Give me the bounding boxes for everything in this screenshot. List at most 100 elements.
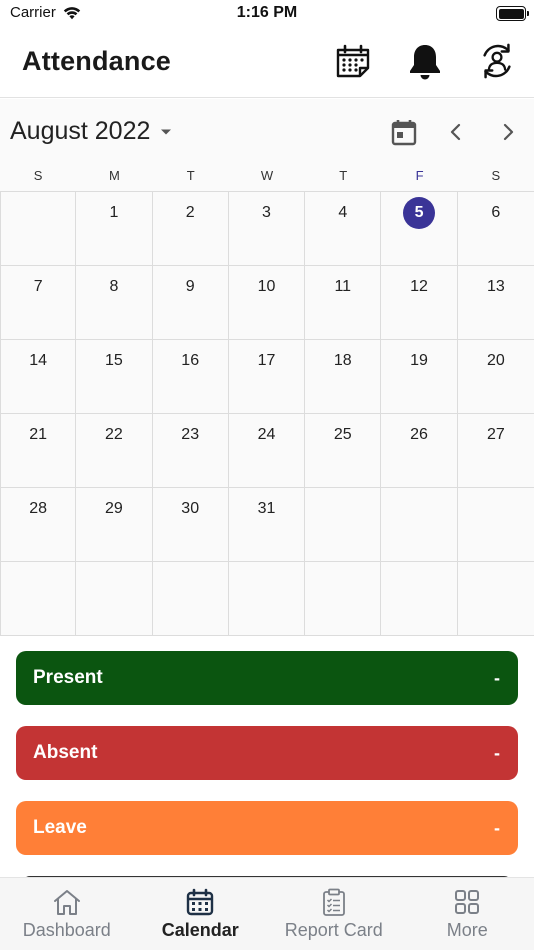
calendar-day-cell[interactable]: 9 (152, 266, 229, 340)
calendar-day-cell[interactable]: 22 (76, 414, 153, 488)
bottom-tab-bar: Dashboard Calendar Report Card More (0, 877, 534, 950)
calendar-day-number: 8 (109, 278, 119, 295)
calendar-day-cell[interactable]: 1 (76, 192, 153, 266)
event-icon (391, 120, 417, 146)
calendar-day-cell[interactable]: 7 (0, 266, 77, 340)
calendar-day-number: 20 (486, 352, 505, 369)
calendar-day-number: 16 (181, 352, 200, 369)
calendar-day-number: 17 (257, 352, 276, 369)
month-label: August 2022 (10, 117, 151, 145)
calendar-day-cell[interactable]: 18 (305, 340, 382, 414)
tab-report-card[interactable]: Report Card (267, 878, 401, 950)
calendar-day-number: 14 (29, 352, 48, 369)
calendar-day-number: 19 (410, 352, 428, 369)
calendar-day-number: 18 (333, 352, 352, 369)
calendar-day-cell[interactable]: 2 (152, 192, 229, 266)
calendar-day-cell[interactable]: 12 (381, 266, 458, 340)
calendar-day-number: 4 (338, 204, 348, 221)
legend-absent[interactable]: Absent - (16, 726, 518, 780)
calendar-day-cell[interactable]: 24 (228, 414, 306, 488)
switch-profile-button[interactable] (477, 41, 517, 81)
calendar-grid: 1 2 3 4 5 6 7 8 9 10 11 12 13 14 15 16 17 18 19 20 21 22 23 24 2… (0, 191, 534, 636)
calendar-day-number: 6 (491, 204, 501, 221)
calendar-day-cell[interactable]: 25 (305, 414, 382, 488)
legend-absent-count: - (494, 742, 500, 763)
calendar-day-cell[interactable]: 5 (381, 192, 458, 266)
calendar-day-cell[interactable]: 16 (152, 340, 229, 414)
weekday-sunday: S (33, 168, 43, 183)
weekday-friday: F (415, 168, 424, 183)
calendar-day-cell[interactable]: 17 (228, 340, 306, 414)
calendar-day-cell (381, 562, 458, 636)
clipboard-icon (322, 888, 345, 916)
calendar-day-number: 13 (486, 278, 505, 295)
previous-month-button[interactable] (441, 117, 471, 147)
calendar-day-number: 10 (257, 278, 276, 295)
weekday-monday: M (109, 168, 120, 183)
calendar-day-number: 24 (257, 426, 276, 443)
weekday-tuesday: T (186, 168, 195, 183)
calendar-day-number: 12 (410, 278, 428, 295)
app-header: Attendance (0, 28, 534, 98)
calendar-day-number: 30 (181, 500, 200, 517)
calendar-day-number: 22 (105, 426, 123, 443)
calendar-day-cell[interactable]: 15 (76, 340, 153, 414)
month-selector[interactable]: August 2022 (10, 117, 172, 146)
legend-absent-label: Absent (33, 742, 98, 763)
page-title: Attendance (22, 46, 172, 76)
legend-present-label: Present (33, 667, 103, 688)
calendar-day-cell (305, 562, 382, 636)
calendar-day-cell[interactable]: 3 (228, 192, 306, 266)
calendar-day-cell[interactable]: 26 (381, 414, 458, 488)
status-time: 1:16 PM (236, 4, 298, 21)
chevron-left-icon (450, 123, 461, 141)
calendar-day-cell[interactable]: 11 (305, 266, 382, 340)
calendar-day-number: 3 (262, 204, 271, 221)
calendar-day-cell (152, 562, 229, 636)
calendar-icon (187, 888, 214, 916)
weekday-wednesday: W (260, 168, 274, 183)
tab-report-card-label: Report Card (284, 920, 383, 940)
calendar-day-cell[interactable]: 29 (76, 488, 153, 562)
tab-more-label: More (446, 920, 488, 940)
tab-calendar[interactable]: Calendar (134, 878, 268, 950)
legend-leave[interactable]: Leave - (16, 801, 518, 855)
switch-profile-icon (483, 43, 511, 79)
calendar-day-cell[interactable]: 21 (0, 414, 77, 488)
legend-present[interactable]: Present - (16, 651, 518, 705)
calendar-day-cell[interactable]: 10 (228, 266, 306, 340)
status-bar: Carrier 1:16 PM (0, 0, 534, 28)
tab-dashboard[interactable]: Dashboard (0, 878, 134, 950)
calendar-day-cell[interactable]: 30 (152, 488, 229, 562)
calendar-day-cell[interactable]: 23 (152, 414, 229, 488)
today-button[interactable] (389, 117, 419, 147)
calendar-day-cell (381, 488, 458, 562)
calendar-day-cell[interactable]: 19 (381, 340, 458, 414)
calendar-day-number: 21 (29, 426, 48, 443)
calendar-day-cell[interactable]: 13 (457, 266, 534, 340)
calendar-day-cell[interactable]: 6 (457, 192, 534, 266)
calendar-day-cell[interactable]: 8 (76, 266, 153, 340)
calendar-day-cell[interactable]: 4 (305, 192, 382, 266)
calendar-day-cell[interactable]: 31 (228, 488, 306, 562)
calendar-day-cell (457, 562, 534, 636)
calendar-day-cell[interactable]: 27 (457, 414, 534, 488)
calendar-day-cell (0, 562, 77, 636)
calendar-day-cell (76, 562, 153, 636)
calendar-day-cell[interactable]: 20 (457, 340, 534, 414)
calendar-day-number: 27 (486, 426, 505, 443)
calendar-day-cell (0, 192, 77, 266)
tab-dashboard-label: Dashboard (22, 920, 111, 940)
next-month-button[interactable] (493, 117, 523, 147)
calendar-day-number: 29 (105, 500, 123, 517)
chevron-right-icon (503, 123, 514, 141)
tab-more[interactable]: More (401, 878, 534, 950)
calendar-day-number: 7 (33, 278, 43, 295)
calendar-day-cell[interactable]: 14 (0, 340, 77, 414)
notifications-button[interactable] (405, 41, 445, 81)
calendar-view-button[interactable] (333, 41, 373, 81)
calendar-day-cell[interactable]: 28 (0, 488, 77, 562)
weekday-header: S M T W T F S (0, 163, 534, 191)
calendar-day-number: 9 (185, 278, 195, 295)
calendar-day-number: 23 (181, 426, 200, 443)
